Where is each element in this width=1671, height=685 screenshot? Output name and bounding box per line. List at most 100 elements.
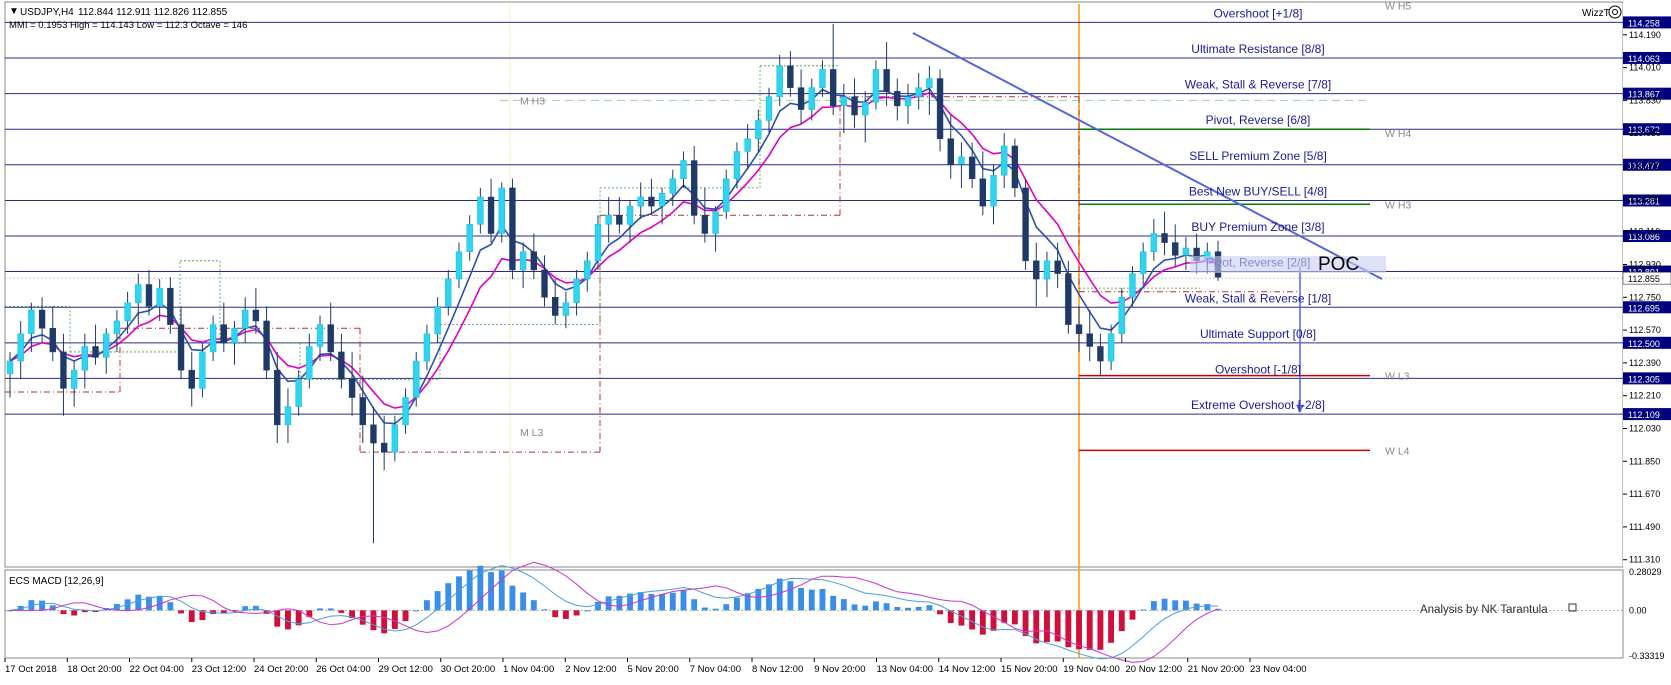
macd-histogram-bar [701, 607, 708, 611]
macd-histogram-bar [530, 600, 537, 611]
chart-header-arrow[interactable]: ▼ [9, 6, 19, 17]
macd-histogram-bar [1097, 610, 1104, 650]
axis-tick-label: 112.210 [1629, 391, 1661, 401]
bear-candle-body [616, 214, 623, 225]
macd-plot-area[interactable] [4, 569, 1624, 659]
macd-histogram-bar [787, 581, 794, 611]
bull-candle-body [423, 333, 431, 362]
macd-histogram-bar [894, 606, 901, 611]
current-price-label: 112.855 [1628, 274, 1660, 284]
macd-histogram-bar [969, 610, 976, 630]
macd-tick-label: -0.33319 [1629, 651, 1665, 661]
time-label: 13 Nov 04:00 [877, 664, 934, 675]
time-label: 30 Oct 20:00 [441, 664, 495, 675]
bull-candle-body [295, 379, 302, 407]
bear-candle-body [1086, 333, 1093, 347]
pivot-label: M L3 [520, 427, 544, 439]
bear-candle-body [370, 424, 377, 444]
macd-histogram-bar [926, 605, 933, 611]
macd-histogram-bar [60, 610, 67, 615]
bear-candle-body [1022, 187, 1029, 262]
bull-candle-body [605, 214, 612, 225]
macd-histogram-bar [1076, 610, 1082, 650]
bear-candle-body [327, 324, 334, 353]
bear-candle-body [1011, 145, 1019, 189]
bull-candle-body [840, 96, 848, 107]
bull-candle-body [658, 193, 666, 207]
time-label: 2 Nov 12:00 [565, 664, 616, 675]
bull-candle-body [284, 406, 292, 426]
analysis-credit: Analysis by NK Tarantula [1420, 604, 1548, 616]
bull-candle-body [81, 346, 89, 371]
macd-histogram-bar [883, 603, 890, 611]
bull-candle-body [477, 196, 484, 225]
time-label: 23 Nov 04:00 [1250, 664, 1307, 675]
murrey-label: Ultimate Support [0/8] [1200, 327, 1316, 341]
murrey-label: Overshoot [-1/8] [1215, 362, 1301, 376]
candle [1022, 178, 1029, 270]
level-price-label: 114.258 [1628, 18, 1660, 28]
macd-histogram-bar [327, 608, 334, 611]
bull-candle-body [776, 65, 783, 98]
macd-histogram-bar [562, 610, 569, 619]
axis-tick-label: 111.850 [1629, 456, 1660, 466]
time-label: 18 Oct 20:00 [67, 664, 121, 675]
bear-candle-body [797, 87, 805, 110]
macd-histogram-bar [830, 595, 837, 611]
level-price-label: 112.500 [1628, 339, 1660, 349]
price-axis-panel [1623, 2, 1671, 567]
bull-candle-body [391, 424, 399, 453]
pivot-label: W L4 [1385, 445, 1410, 457]
level-price-label: 112.305 [1628, 374, 1660, 384]
bull-candle-body [733, 151, 741, 180]
bear-candle-body [380, 442, 388, 453]
macd-histogram-bar [1172, 600, 1179, 611]
axis-tick-label: 113.110 [1629, 227, 1660, 237]
bull-candle-body [1001, 145, 1008, 176]
bull-candle-body [241, 309, 249, 329]
axis-tick-label: 111.670 [1629, 489, 1660, 499]
bull-candle-body [17, 333, 24, 362]
bull-candle-body [626, 205, 634, 225]
bull-candle-body [584, 260, 591, 280]
pivot-label: W H3 [1385, 199, 1411, 211]
bull-candle-body [594, 224, 602, 262]
macd-histogram-bar [851, 604, 858, 611]
bull-candle-body [156, 287, 163, 307]
macd-histogram-bar [1108, 610, 1115, 643]
bull-candle-body [402, 397, 409, 426]
bear-candle-body [541, 269, 548, 298]
bull-candle-body [915, 87, 922, 98]
murrey-label: BUY Premium Zone [3/8] [1191, 220, 1324, 234]
bull-candle-body [958, 156, 965, 165]
bull-candle-body [712, 211, 719, 234]
ohlc-values: 112.844 112.911 112.826 112.855 [78, 7, 228, 18]
main-plot-area[interactable] [4, 1, 1624, 568]
macd-histogram-bar [178, 610, 184, 614]
murrey-label: Overshoot [+1/8] [1213, 6, 1302, 20]
bull-candle-body [306, 346, 313, 380]
time-label: 19 Nov 04:00 [1063, 664, 1120, 675]
bear-candle-body [1075, 324, 1083, 334]
murrey-label: Weak, Stall & Reverse [7/8] [1185, 78, 1332, 92]
pivot-label: W L3 [1385, 371, 1410, 383]
time-label: 7 Nov 04:00 [690, 664, 741, 675]
bull-candle-body [1182, 247, 1190, 256]
bull-candle-body [819, 69, 826, 88]
macd-histogram-bar [840, 599, 847, 611]
time-label: 17 Oct 2018 [5, 664, 57, 675]
pivot-label: M H3 [520, 95, 545, 107]
macd-histogram-bar [755, 588, 762, 611]
macd-histogram-bar [915, 606, 922, 611]
macd-histogram-bar [423, 600, 430, 611]
macd-histogram-bar [1161, 598, 1168, 611]
murrey-label: SELL Premium Zone [5/8] [1189, 149, 1327, 163]
time-label: 22 Oct 04:00 [130, 664, 184, 675]
macd-histogram-bar [1011, 610, 1018, 625]
bull-candle-body [519, 251, 527, 271]
bear-candle-body [1172, 242, 1179, 256]
wizz-label: WizzT [1582, 8, 1610, 19]
bear-candle-body [92, 346, 99, 358]
bear-candle-body [252, 309, 260, 322]
price-chart-svg[interactable]: W H5 M H3 W H4 W H3 W L3 M L3 W L4 Overshoot [… [0, 0, 1671, 680]
